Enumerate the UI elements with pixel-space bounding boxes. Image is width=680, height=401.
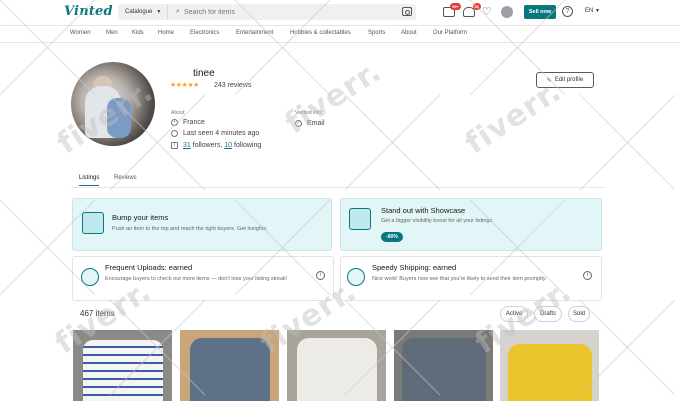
frequent-title: Frequent Uploads: earned (105, 263, 193, 272)
search-icon: ⌕ (176, 8, 180, 15)
rss-icon: ) (171, 142, 178, 149)
upload-badge-icon (81, 268, 99, 286)
language-selector[interactable]: EN ▼ (585, 8, 600, 14)
bell-icon[interactable]: 36 (463, 3, 481, 17)
frequent-text: Encourage buyers to check out more items… (105, 276, 288, 282)
verified-email-row: ✓ Email (295, 120, 325, 127)
profile-username: tinee (193, 68, 215, 79)
followers-row: ) 31 followers, 10 following (171, 142, 261, 149)
bump-title: Bump your items (112, 213, 169, 222)
edit-profile-button[interactable]: ✎ Edit profile (536, 72, 594, 88)
item-card[interactable] (73, 330, 172, 401)
info-icon[interactable]: i (583, 271, 592, 280)
item-photo (402, 338, 486, 401)
nav-women[interactable]: Women (70, 30, 91, 36)
shipping-badge-icon (347, 268, 365, 286)
item-photo (190, 338, 270, 401)
last-seen-text: Last seen 4 minutes ago (183, 130, 260, 137)
help-icon[interactable]: ? (562, 6, 573, 17)
clock-icon: · (171, 130, 178, 137)
watermark-text: fiverr. (279, 53, 388, 142)
item-card[interactable] (180, 330, 279, 401)
sell-now-button[interactable]: Sell now (524, 5, 556, 19)
location-text: France (183, 119, 205, 126)
nav-about[interactable]: About (401, 30, 417, 36)
showcase-icon (349, 208, 371, 230)
user-avatar[interactable] (501, 6, 513, 18)
heart-icon[interactable]: ♡ (482, 5, 492, 18)
profile-tabs: Listings Reviews (71, 172, 605, 188)
nav-our-platform[interactable]: Our Platform (433, 30, 467, 36)
inbox-badge: 99+ (450, 3, 461, 10)
nav-entertainment[interactable]: Entertainment (236, 30, 273, 36)
edit-profile-label: Edit profile (554, 77, 584, 83)
search-input[interactable] (184, 8, 404, 16)
check-circle-icon: ✓ (295, 120, 302, 127)
tab-reviews[interactable]: Reviews (114, 175, 137, 181)
item-photo (508, 344, 592, 401)
filter-sold[interactable]: Sold (568, 306, 590, 322)
language-label: EN (585, 8, 594, 14)
last-seen-row: · Last seen 4 minutes ago (171, 130, 259, 137)
showcase-title: Stand out with Showcase (381, 206, 466, 215)
location-row: • France (171, 119, 205, 126)
catalogue-dropdown[interactable]: Catalogue ▼ (118, 4, 168, 20)
discount-badge: -80% (381, 232, 403, 242)
bump-icon (82, 212, 104, 234)
followers-link[interactable]: 31 (183, 142, 191, 149)
items-count: 467 items (80, 309, 115, 318)
vinted-logo[interactable]: Vinted (64, 4, 113, 19)
filter-active[interactable]: Active (500, 306, 528, 322)
nav-sports[interactable]: Sports (368, 30, 385, 36)
following-link[interactable]: 10 (224, 142, 232, 149)
following-label: following (234, 142, 262, 149)
tab-listings[interactable]: Listings (79, 175, 100, 186)
catalogue-label: Catalogue (125, 9, 153, 15)
shipping-title: Speedy Shipping: earned (372, 263, 457, 272)
filter-drafts[interactable]: Drafts (534, 306, 562, 322)
category-nav: Women Men Kids Home Electronics Entertai… (0, 25, 680, 43)
followers-label: followers, (192, 142, 223, 149)
item-photo (297, 338, 377, 401)
inbox-icon[interactable]: 99+ (443, 3, 461, 17)
nav-kids[interactable]: Kids (132, 30, 144, 36)
nav-electronics[interactable]: Electronics (190, 30, 219, 36)
pencil-icon: ✎ (546, 77, 552, 84)
showcase-text: Get a bigger visibility boost for all yo… (381, 218, 494, 224)
item-card[interactable] (500, 330, 599, 401)
camera-icon[interactable] (402, 7, 412, 16)
profile-photo (71, 62, 155, 146)
search-bar: Catalogue ▼ ⌕ (118, 4, 416, 20)
bump-text: Push an item to the top and reach the ri… (112, 226, 268, 232)
info-icon[interactable]: i (316, 271, 325, 280)
location-pin-icon: • (171, 119, 178, 126)
nav-home[interactable]: Home (158, 30, 174, 36)
rating-stars: ★★★★★ (170, 82, 199, 89)
chevron-down-icon: ▼ (156, 9, 162, 15)
nav-men[interactable]: Men (106, 30, 118, 36)
top-header: Vinted Catalogue ▼ ⌕ 99+ 36 ♡ Sell now ?… (0, 0, 680, 25)
item-card[interactable] (287, 330, 386, 401)
notifications-badge: 36 (472, 3, 481, 10)
chevron-down-icon: ▼ (595, 8, 600, 14)
verified-info-label: Verified info: (295, 110, 323, 116)
item-card[interactable] (394, 330, 493, 401)
reviews-count[interactable]: 243 reviews (214, 82, 251, 89)
item-photo (83, 340, 163, 401)
about-label: About: (171, 110, 186, 116)
verified-email: Email (307, 120, 325, 127)
shipping-text: Nice work! Buyers now see that you're li… (372, 276, 547, 282)
nav-hobbies[interactable]: Hobbies & collectables (290, 30, 351, 36)
